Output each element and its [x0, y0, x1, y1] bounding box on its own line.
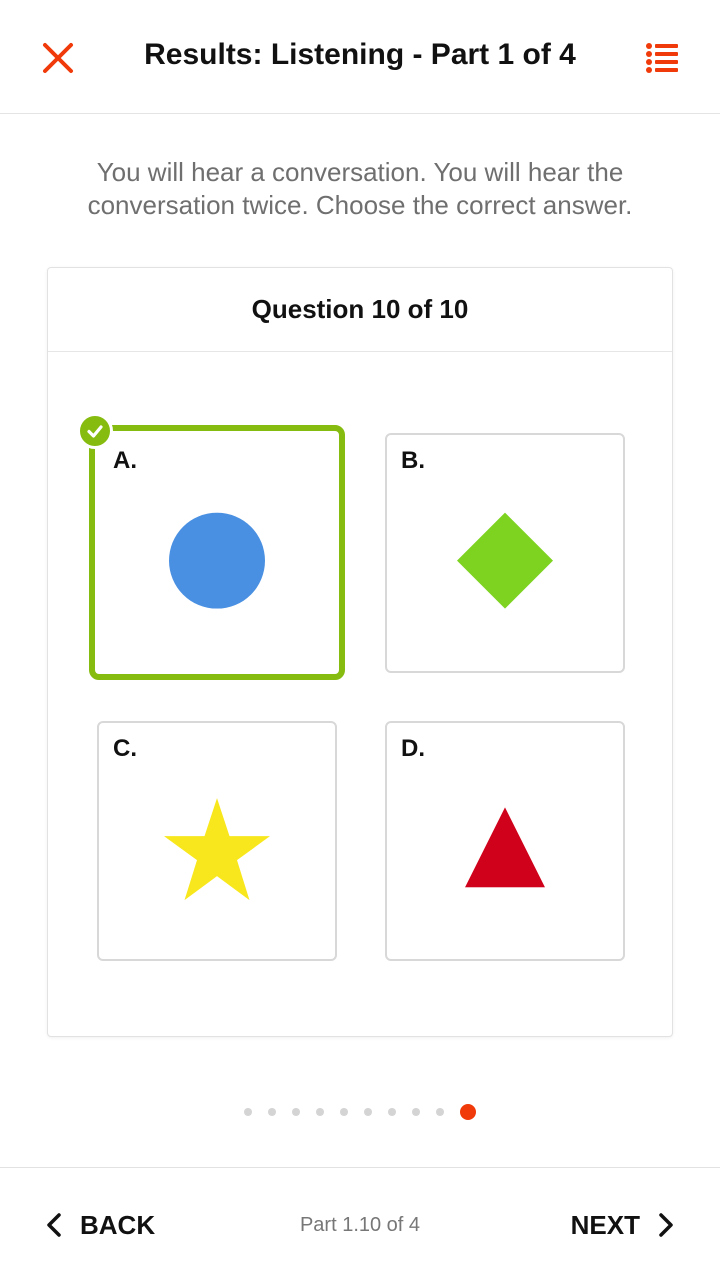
option-d[interactable]: D.: [385, 721, 625, 961]
page-dot[interactable]: [244, 1108, 252, 1116]
list-icon: [646, 43, 678, 73]
diamond-shape: [457, 512, 553, 609]
page-dot[interactable]: [292, 1108, 300, 1116]
instructions-text: You will hear a conversation. You will h…: [87, 157, 633, 220]
next-button[interactable]: NEXT: [571, 1208, 674, 1242]
option-label: D.: [401, 735, 425, 762]
back-button[interactable]: BACK: [46, 1208, 155, 1242]
option-a[interactable]: A.: [77, 413, 345, 680]
top-bar: Results: Listening - Part 1 of 4: [0, 0, 720, 114]
page-dot[interactable]: [268, 1108, 276, 1116]
close-icon: [43, 43, 73, 73]
circle-shape: [169, 512, 265, 609]
chevron-left-icon: [47, 1213, 61, 1237]
question-list-button[interactable]: [640, 36, 684, 80]
question-header: Question 10 of 10: [48, 268, 672, 352]
option-label: C.: [113, 735, 137, 762]
page-dot[interactable]: [412, 1108, 420, 1116]
page-dot[interactable]: [340, 1108, 348, 1116]
triangle-shape: [465, 807, 545, 888]
progress-label: Part 1.10 of 4: [299, 1214, 421, 1236]
page-dot[interactable]: [364, 1108, 372, 1116]
page-title: Results: Listening - Part 1 of 4: [144, 38, 576, 71]
close-button[interactable]: [36, 36, 80, 80]
star-shape: [164, 798, 270, 901]
bottom-bar: BACK Part 1.10 of 4 NEXT: [0, 1167, 720, 1280]
chevron-right-icon: [659, 1213, 673, 1237]
back-label: BACK: [80, 1209, 156, 1240]
question-card: Question 10 of 10 A. B. C. D.: [47, 267, 673, 1037]
page-dot[interactable]: [436, 1108, 444, 1116]
pagination-dots: [0, 1103, 720, 1121]
option-label: B.: [401, 447, 425, 474]
check-icon: [77, 413, 113, 449]
page-dot[interactable]: [316, 1108, 324, 1116]
option-c[interactable]: C.: [97, 721, 337, 961]
page-dot-active[interactable]: [460, 1104, 476, 1120]
option-b[interactable]: B.: [385, 433, 625, 673]
page-dot[interactable]: [388, 1108, 396, 1116]
option-label: A.: [113, 447, 137, 474]
next-label: NEXT: [570, 1209, 640, 1240]
